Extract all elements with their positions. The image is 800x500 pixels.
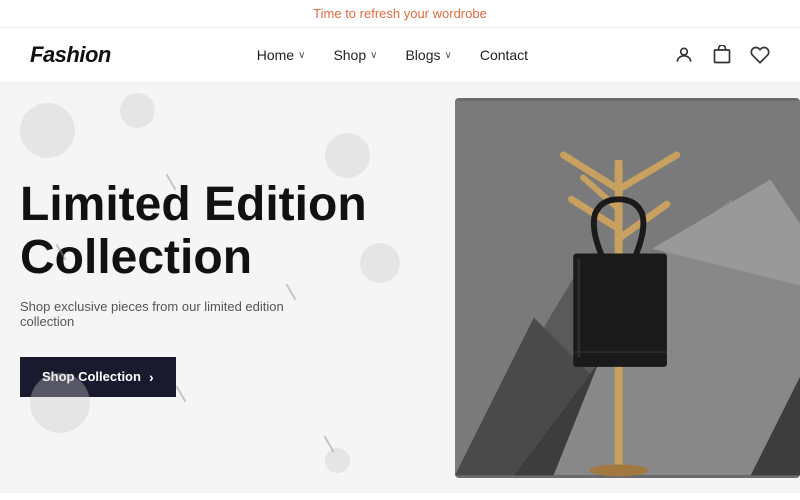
header: Fashion Home ∨ Shop ∨ Blogs ∨ Contact bbox=[0, 28, 800, 83]
cart-icon[interactable] bbox=[712, 45, 732, 65]
announcement-text: Time to refresh your wordrobe bbox=[313, 6, 487, 21]
deco-line bbox=[324, 436, 335, 453]
logo[interactable]: Fashion bbox=[30, 42, 111, 68]
nav-contact[interactable]: Contact bbox=[480, 47, 528, 63]
header-icons bbox=[674, 45, 770, 65]
deco-circle bbox=[325, 133, 370, 178]
hero-title-line2: Collection bbox=[20, 231, 252, 284]
hero-right bbox=[450, 83, 800, 493]
chevron-down-icon: ∨ bbox=[370, 50, 377, 61]
hero-left: Limited Edition Collection Shop exclusiv… bbox=[0, 83, 450, 493]
hero-subtitle: Shop exclusive pieces from our limited e… bbox=[20, 299, 300, 329]
deco-circle bbox=[20, 103, 75, 158]
chevron-down-icon: ∨ bbox=[445, 50, 452, 61]
announcement-bar: Time to refresh your wordrobe bbox=[0, 0, 800, 28]
nav: Home ∨ Shop ∨ Blogs ∨ Contact bbox=[257, 47, 528, 63]
nav-blogs[interactable]: Blogs ∨ bbox=[405, 47, 451, 63]
deco-circle bbox=[120, 93, 155, 128]
shop-collection-button[interactable]: Shop Collection › bbox=[20, 357, 176, 397]
nav-home[interactable]: Home ∨ bbox=[257, 47, 306, 63]
deco-line bbox=[286, 284, 297, 301]
wishlist-icon[interactable] bbox=[750, 45, 770, 65]
nav-shop[interactable]: Shop ∨ bbox=[333, 47, 377, 63]
hero-title: Limited Edition Collection bbox=[20, 179, 420, 285]
deco-circle bbox=[325, 448, 350, 473]
deco-line bbox=[176, 386, 187, 403]
hero-image bbox=[455, 98, 800, 478]
user-icon[interactable] bbox=[674, 45, 694, 65]
hero-section: Limited Edition Collection Shop exclusiv… bbox=[0, 83, 800, 493]
chevron-down-icon: ∨ bbox=[298, 50, 305, 61]
hero-title-line1: Limited Edition bbox=[20, 178, 367, 231]
arrow-icon: › bbox=[149, 369, 154, 385]
